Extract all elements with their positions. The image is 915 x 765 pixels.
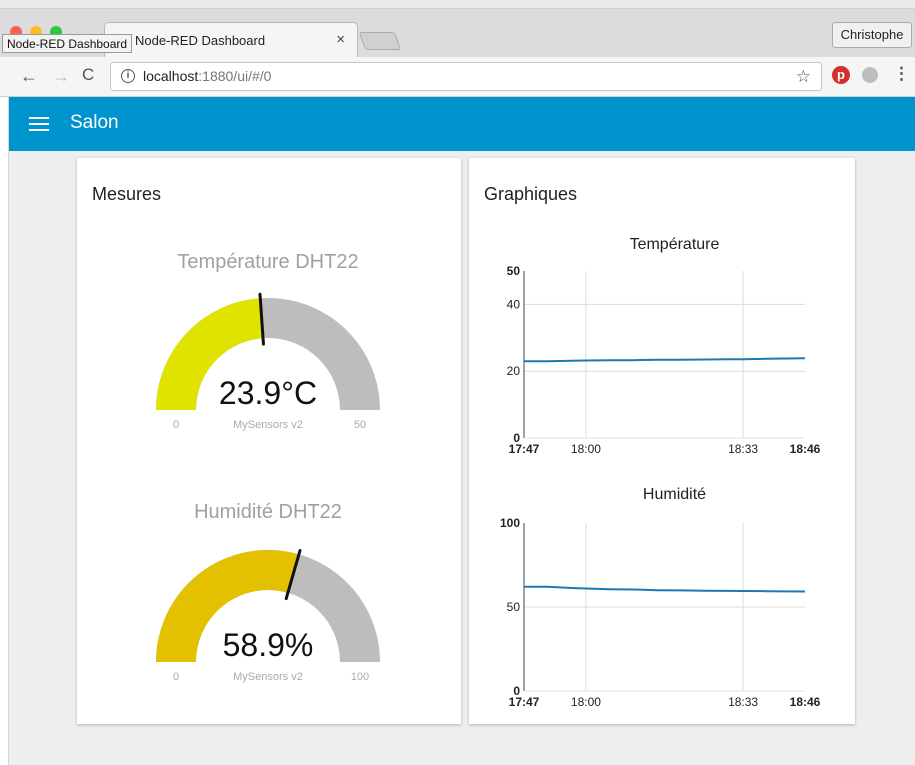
tab-tooltip: Node-RED Dashboard: [2, 34, 133, 53]
browser-titlebar: Node-RED Dashboard × Node-RED Dashboard …: [0, 0, 915, 57]
gauge-title: Humidité DHT22: [194, 501, 342, 523]
chart-y-tick-label: 20: [507, 364, 521, 378]
gauge-min-label: 0: [173, 419, 179, 431]
url-text[interactable]: localhost:1880/ui/#/0: [143, 68, 271, 84]
chart-x-tick-label: 18:33: [728, 695, 758, 709]
chart-x-tick-label: 18:46: [790, 695, 821, 709]
hamburger-menu-icon[interactable]: [29, 117, 49, 131]
gauge-label: MySensors v2: [233, 419, 303, 431]
gauge-min-label: 0: [173, 671, 179, 683]
chart-x-tick-label: 18:33: [728, 442, 758, 456]
gauges-area: Température DHT22 23.9°C 0 MySensors v2 50 Hu…: [156, 251, 380, 683]
gauge-title: Température DHT22: [177, 251, 358, 273]
browser-window: Node-RED Dashboard × Node-RED Dashboard …: [0, 0, 915, 765]
reload-icon[interactable]: C: [82, 65, 94, 85]
chart-y-tick-label: 40: [507, 297, 521, 311]
browser-toolbar: ← → C i localhost:1880/ui/#/0 ☆: [0, 57, 915, 97]
chart-x-tick-label: 18:00: [571, 695, 601, 709]
address-bar[interactable]: i localhost:1880/ui/#/0 ☆: [110, 62, 822, 91]
gauge-label: MySensors v2: [233, 671, 303, 683]
window-top-edge: [0, 0, 915, 9]
group-graphiques: Graphiques Température 50 40 20 0 17:47 18:00 1…: [469, 158, 855, 724]
browser-tab-active[interactable]: Node-RED Dashboard ×: [104, 22, 358, 57]
pinterest-extension-icon[interactable]: p: [832, 66, 850, 84]
chart-x-tick-label: 18:00: [571, 442, 601, 456]
tab-close-icon[interactable]: ×: [336, 31, 345, 48]
gauge-value: 58.9%: [223, 627, 314, 663]
chart-y-tick-label: 50: [507, 264, 521, 278]
chart-title: Humidité: [643, 486, 706, 503]
chart-series-line: [524, 357, 806, 363]
tab-title: Node-RED Dashboard: [135, 33, 266, 48]
chart-x-tick-label: 17:47: [509, 442, 540, 456]
chart-series-line: [523, 585, 806, 593]
chart-y-tick-label: 50: [507, 600, 521, 614]
info-icon[interactable]: i: [121, 69, 135, 83]
chart-x-tick-label: 18:46: [790, 442, 821, 456]
page-left-edge: [0, 97, 9, 765]
url-path: :1880/ui/#/0: [198, 68, 272, 84]
back-arrow-icon[interactable]: ←: [20, 66, 38, 87]
browser-menu-icon[interactable]: ⋮: [893, 64, 910, 84]
dashboard-title: Salon: [70, 112, 119, 133]
forward-arrow-icon[interactable]: →: [52, 66, 70, 87]
cloud-extension-icon[interactable]: [862, 67, 878, 83]
gauge-max-label: 50: [354, 419, 366, 431]
charts-area: Température504020017:47 18:00 18:33 18:46Hu…: [500, 236, 821, 709]
chart-x-tick-label: 17:47: [509, 695, 540, 709]
gauge-max-label: 100: [351, 671, 369, 683]
bookmark-star-icon[interactable]: ☆: [796, 67, 811, 87]
profile-button[interactable]: Christophe: [832, 22, 912, 48]
gauge-value: 23.9°C: [219, 375, 317, 411]
dashboard-header: Salon: [9, 97, 915, 151]
chart-y-tick-label: 100: [500, 516, 520, 530]
url-host: localhost: [143, 68, 199, 84]
new-tab-button[interactable]: [358, 32, 402, 50]
chart-title: Température: [630, 236, 720, 253]
group-mesures: Mesures Température DHT22 23.9°C 0 MySensor…: [77, 158, 461, 724]
